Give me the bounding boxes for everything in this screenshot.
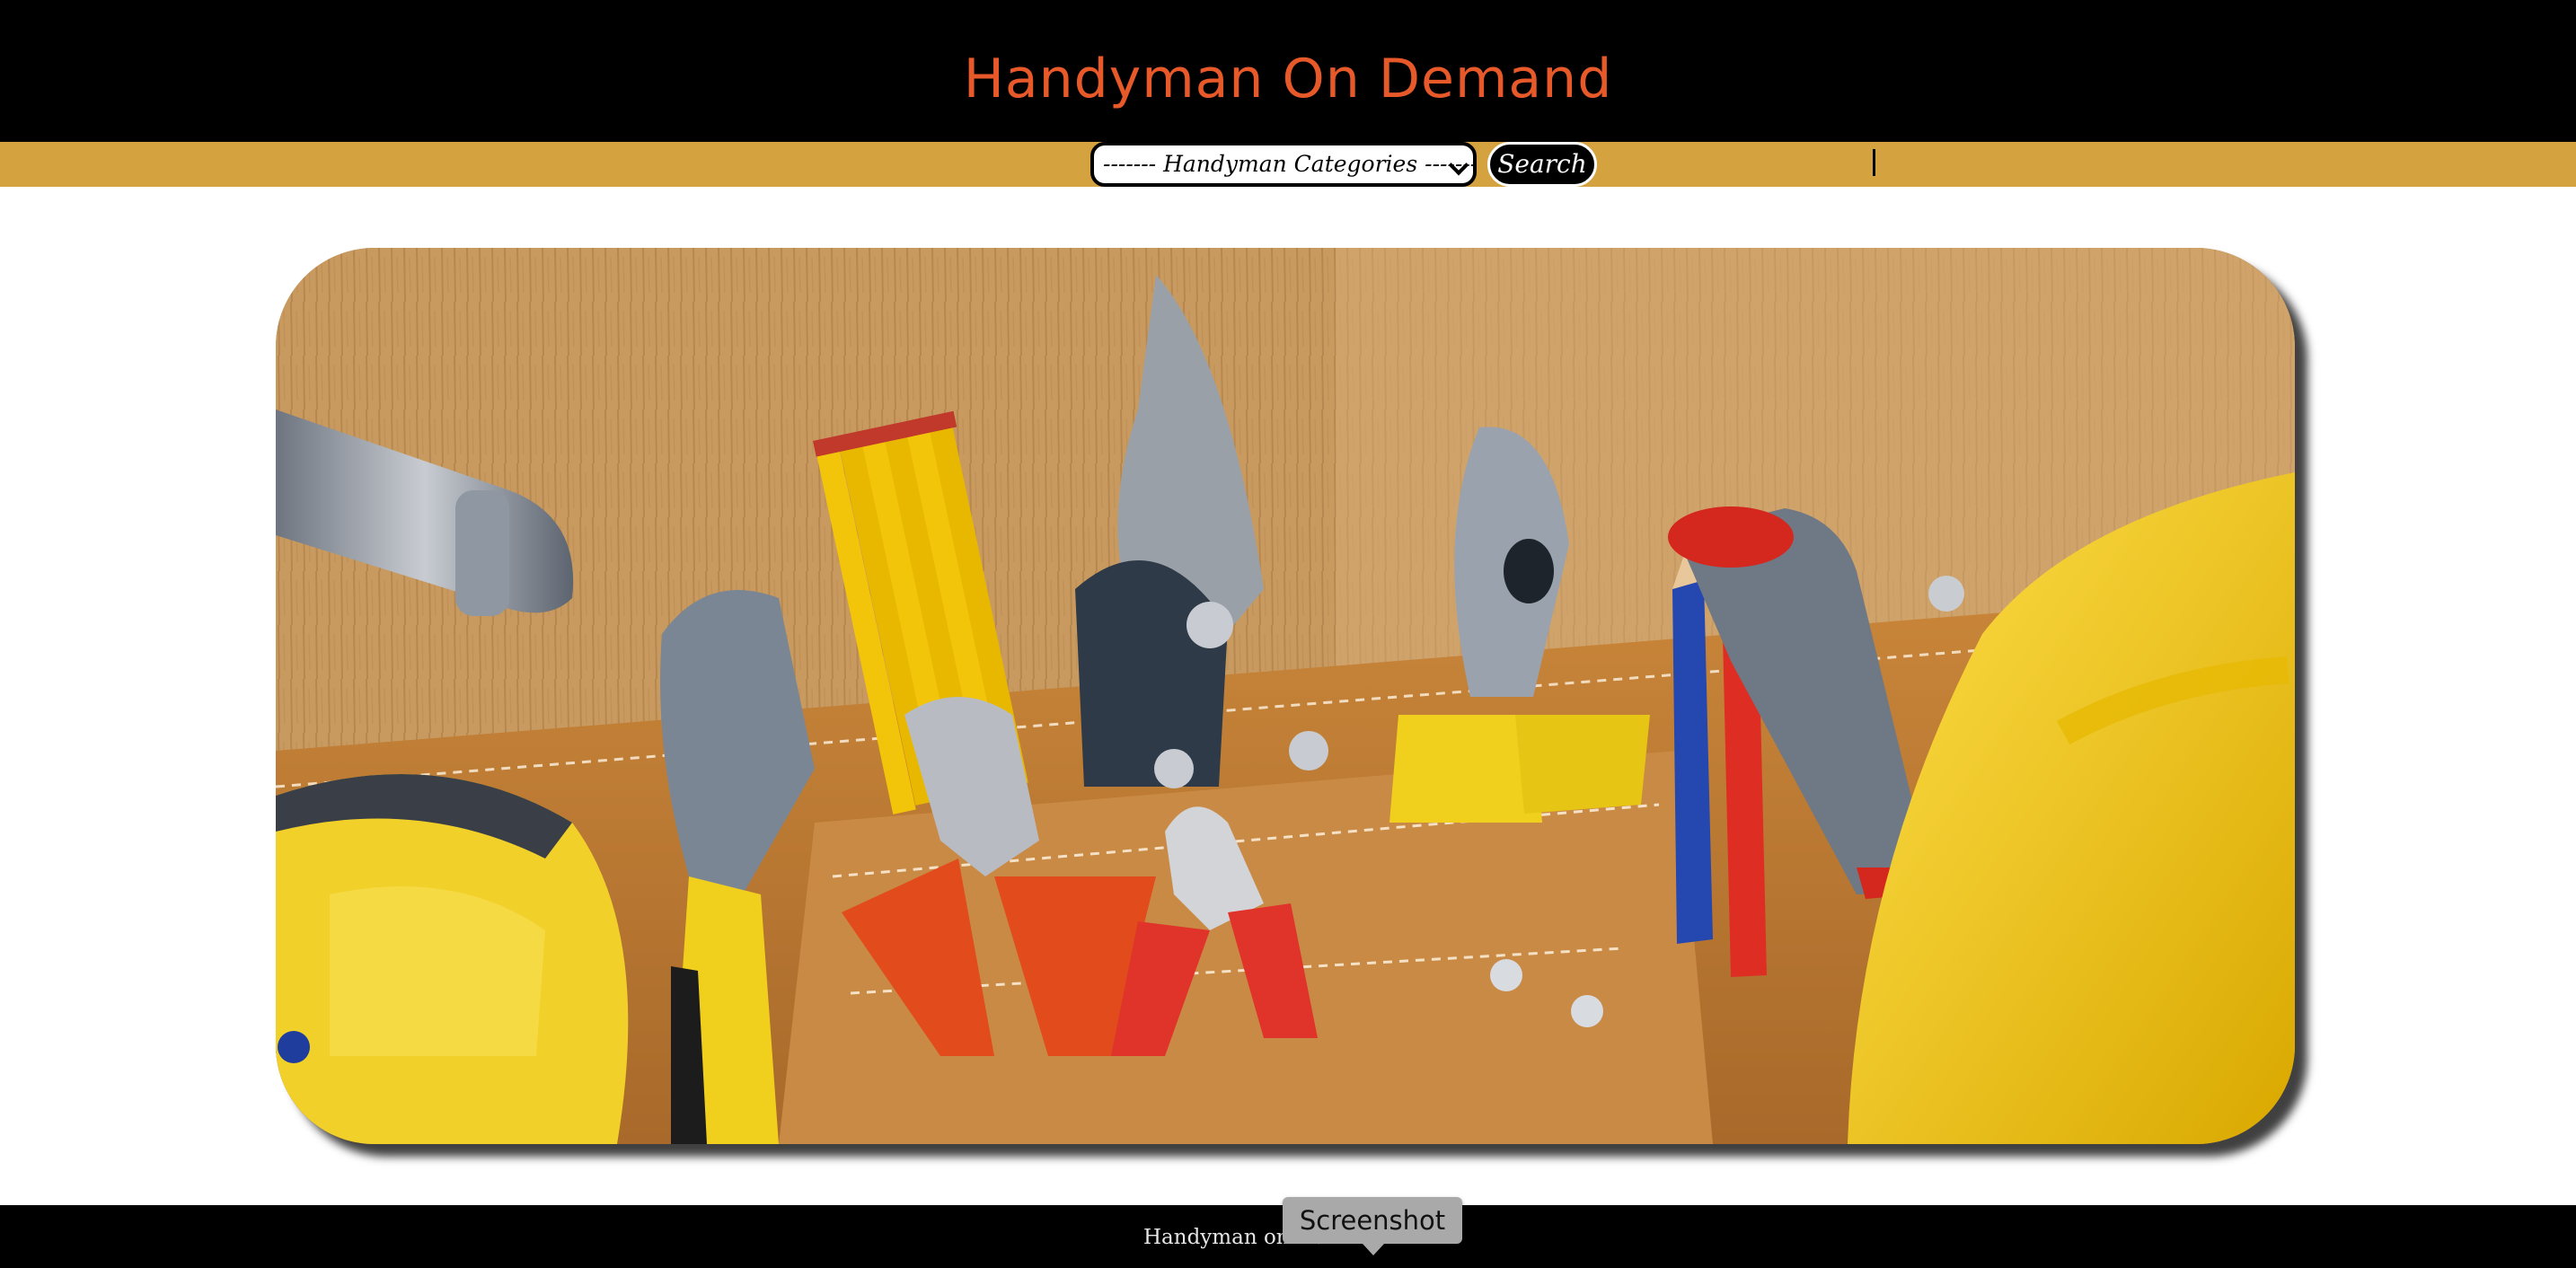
signup-link[interactable]: Signup (1787, 0, 1881, 45)
tooltip-arrow (1363, 1244, 1384, 1255)
site-title: Handyman On Demand (963, 48, 1613, 110)
nav-technicians-link[interactable]: Technicians (811, 0, 967, 45)
tape-measure (276, 774, 629, 1144)
login-link[interactable]: Login (1892, 0, 1967, 45)
category-select[interactable]: ------- Handyman Categories ------- (1090, 142, 1477, 187)
screenshot-tooltip: Screenshot (1283, 1197, 1462, 1244)
search-button[interactable]: Search (1487, 142, 1597, 187)
nav-divider (1873, 149, 1875, 176)
nav-customers-link[interactable]: Customers (960, 0, 1102, 45)
category-select-value: ------- Handyman Categories ------- (1103, 151, 1477, 177)
nav-work-requests-link[interactable]: Work Requests (631, 0, 830, 45)
hero-image (276, 248, 2295, 1144)
